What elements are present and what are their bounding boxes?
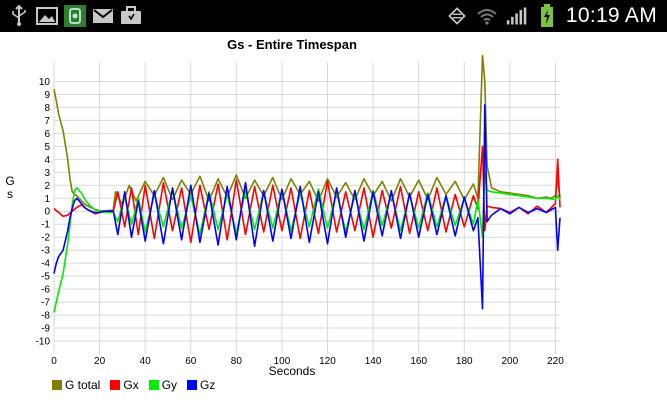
y-tick-labels: 109876543210-1-2-3-4-5-6-7-8-9-10 (36, 77, 51, 348)
y-tick-label: 10 (39, 77, 51, 88)
legend-label: Gy (161, 378, 178, 392)
y-tick-label: -3 (41, 246, 50, 257)
sensor-app-icon (64, 5, 86, 27)
signal-icon (506, 5, 528, 27)
y-tick-label: 2 (44, 181, 50, 192)
chart-legend: G total Gx Gy Gz (52, 378, 215, 392)
x-tick-label: 60 (185, 356, 197, 367)
y-tick-label: 9 (44, 90, 50, 101)
y-tick-label: -10 (36, 337, 51, 348)
y-tick-label: -5 (41, 272, 50, 283)
wifi-icon (476, 5, 498, 27)
x-tick-label: 20 (94, 356, 106, 367)
y-tick-label: -4 (41, 259, 50, 270)
legend-label: Gz (200, 378, 216, 392)
y-tick-label: 7 (44, 116, 50, 127)
battery-charging-icon (536, 4, 558, 27)
data-sync-icon (446, 5, 468, 27)
gmail-icon (92, 5, 114, 27)
g-force-line-chart: 109876543210-1-2-3-4-5-6-7-8-9-10 0 20 40 6… (5, 37, 564, 378)
x-tick-label: 80 (231, 356, 243, 367)
x-tick-label: 220 (547, 356, 564, 367)
y-tick-label: 0 (44, 207, 50, 218)
y-tick-label: -8 (41, 311, 50, 322)
x-tick-label: 120 (319, 356, 336, 367)
status-bar: 10:19 AM (0, 0, 667, 32)
x-tick-label: 180 (456, 356, 473, 367)
y-tick-label: -2 (41, 233, 50, 244)
legend-swatch (148, 380, 159, 390)
chart-title: Gs - Entire Timespan (227, 37, 357, 52)
y-tick-label: 1 (44, 194, 50, 205)
y-tick-label: -7 (41, 298, 50, 309)
y-tick-label: 3 (44, 168, 50, 179)
y-tick-label: -1 (41, 220, 50, 231)
legend-swatch (187, 380, 198, 390)
x-tick-label: 140 (365, 356, 382, 367)
x-tick-label: 160 (410, 356, 427, 367)
y-tick-label: 4 (44, 155, 50, 166)
legend-label: Gx (123, 378, 139, 392)
briefcase-icon (120, 5, 142, 27)
legend-item: Gx (110, 378, 139, 392)
x-tick-label: 40 (140, 356, 152, 367)
legend-swatch (110, 380, 121, 390)
usb-icon (8, 5, 30, 27)
y-axis-label: Gs (5, 174, 14, 201)
notification-icons (8, 4, 142, 28)
status-clock: 10:19 AM (565, 4, 657, 27)
legend-item: G total (52, 378, 100, 392)
y-tick-label: 6 (44, 129, 50, 140)
y-tick-label: -9 (41, 324, 50, 335)
x-tick-label: 200 (502, 356, 519, 367)
y-tick-label: 8 (44, 103, 50, 114)
y-tick-label: 5 (44, 142, 50, 153)
legend-swatch (52, 380, 62, 390)
chart-area: 10 9 8 7 6 5 4 3 2 1 0 -1 -2 -3 -4 -5 -6 -7 -8 -9 -10 0 20 40 6… (0, 32, 667, 400)
gallery-icon (36, 5, 58, 27)
system-icons: 10:19 AM (446, 0, 657, 32)
x-axis-label: Seconds (269, 364, 316, 378)
legend-label: G total (65, 378, 101, 392)
legend-item: Gy (148, 378, 178, 392)
legend-item: Gz (187, 378, 215, 392)
y-tick-label: -6 (41, 285, 50, 296)
x-tick-label: 0 (51, 356, 57, 367)
